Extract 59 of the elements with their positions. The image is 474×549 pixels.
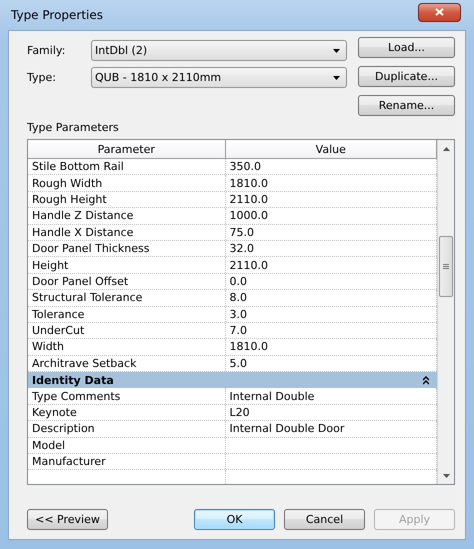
dialog-button[interactable]: << Preview: [27, 509, 108, 530]
parameter-name-cell: Type Comments: [28, 388, 226, 404]
dialog-button[interactable]: Cancel: [284, 509, 365, 530]
scroll-up-icon[interactable]: [442, 146, 450, 150]
parameter-value-cell[interactable]: 1000.0: [226, 208, 438, 224]
parameter-name-cell: Stile Bottom Rail: [28, 159, 226, 174]
parameter-value-cell[interactable]: 1810.0: [226, 339, 438, 355]
parameter-name-cell: Width: [28, 339, 226, 355]
parameter-value-cell[interactable]: Internal Double: [226, 388, 438, 404]
parameter-name-cell: Rough Width: [28, 175, 226, 191]
parameter-name-cell: Manufacturer: [28, 454, 226, 470]
parameter-name-cell: Door Panel Thickness: [28, 240, 226, 256]
parameter-name-cell: Door Panel Offset: [28, 274, 226, 290]
dialog-button[interactable]: Duplicate...: [358, 66, 455, 87]
dropdown[interactable]: QUB - 1810 x 2110mm: [91, 67, 347, 88]
dialog-button[interactable]: Load...: [358, 37, 455, 58]
parameter-value-cell[interactable]: 75.0: [226, 224, 438, 240]
scrollbar[interactable]: [438, 140, 454, 484]
parameter-name-cell: Tolerance: [28, 306, 226, 322]
parameter-name-cell: Keynote: [28, 404, 226, 420]
scroll-down-icon[interactable]: [442, 474, 450, 478]
parameter-value-cell[interactable]: 2110.0: [226, 192, 438, 208]
parameter-value-cell[interactable]: 350.0: [226, 159, 438, 174]
parameter-value-cell[interactable]: 5.0: [226, 356, 438, 372]
group-header[interactable]: Identity Data: [28, 372, 438, 388]
parameter-value-cell[interactable]: 7.0: [226, 322, 438, 338]
parameter-name-cell: Handle X Distance: [28, 224, 226, 240]
window-title: Type Properties: [11, 8, 104, 22]
parameter-name-cell: Handle Z Distance: [28, 208, 226, 224]
dropdown-arrow-icon: [333, 48, 340, 52]
parameter-value-cell[interactable]: 1810.0: [226, 175, 438, 191]
dropdown[interactable]: IntDbl (2): [91, 40, 347, 61]
scroll-thumb[interactable]: [439, 236, 453, 297]
section-label: Type Parameters: [27, 121, 119, 134]
parameter-value-cell[interactable]: 0.0: [226, 274, 438, 290]
column-header[interactable]: Parameter: [28, 140, 226, 158]
dropdown-arrow-icon: [333, 76, 340, 80]
parameter-name-cell: Rough Height: [28, 192, 226, 208]
parameter-name-cell: UnderCut: [28, 322, 226, 338]
parameter-value-cell[interactable]: L20: [226, 404, 438, 420]
collapse-icon[interactable]: [423, 376, 430, 385]
dialog-button[interactable]: Rename...: [358, 95, 455, 116]
parameter-value-cell[interactable]: 2110.0: [226, 257, 438, 273]
column-header[interactable]: Value: [226, 140, 438, 158]
close-button[interactable]: [418, 2, 461, 22]
parameter-name-cell: Model: [28, 438, 226, 454]
parameter-value-cell[interactable]: 8.0: [226, 290, 438, 306]
group-title: Identity Data: [32, 374, 114, 387]
parameter-name-cell: Height: [28, 257, 226, 273]
parameter-value-cell[interactable]: 3.0: [226, 306, 438, 322]
close-icon[interactable]: [435, 8, 444, 16]
parameter-value-cell[interactable]: 32.0: [226, 240, 438, 256]
field-label: Family:: [27, 44, 66, 57]
parameter-name-cell: Description: [28, 421, 226, 437]
parameter-name-cell: Structural Tolerance: [28, 290, 226, 306]
parameter-name-cell: Architrave Setback: [28, 356, 226, 372]
dialog-button[interactable]: OK: [194, 509, 275, 530]
field-label: Type:: [27, 71, 57, 84]
parameter-value-cell[interactable]: Internal Double Door: [226, 421, 438, 437]
